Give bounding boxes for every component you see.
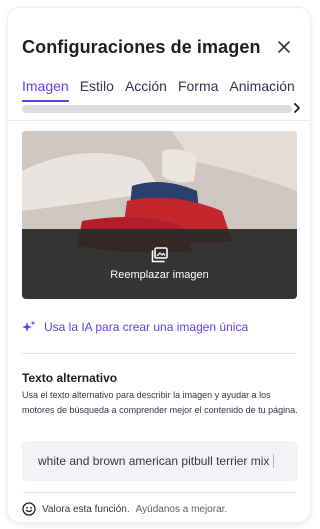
feedback-row: Valora esta función. Ayúdanos a mejorar. (22, 502, 227, 516)
tabs-scrollbar[interactable] (22, 105, 292, 113)
tab-animacion[interactable]: Animación (229, 78, 294, 102)
panel-header: Configuraciones de imagen (22, 35, 296, 59)
sparkle-icon (22, 320, 36, 332)
image-replace-icon (151, 247, 168, 263)
tab-forma[interactable]: Forma (178, 78, 218, 102)
feedback-link[interactable]: Ayúdanos a mejorar. (136, 504, 228, 515)
alt-text-input[interactable]: white and brown american pitbull terrier… (22, 441, 298, 481)
ai-generate-label: Usa la IA para crear una imagen única (44, 320, 249, 334)
close-icon (278, 41, 290, 53)
divider (22, 492, 296, 493)
replace-image-label: Reemplazar imagen (110, 269, 209, 281)
panel-title: Configuraciones de imagen (22, 36, 261, 57)
alt-text-value: white and brown american pitbull terrier… (38, 454, 270, 468)
feedback-prompt: Valora esta función. (42, 503, 130, 515)
tab-bar: Imagen Estilo Acción Forma Animación (22, 78, 310, 102)
alt-text-description: Usa el texto alternativo para describir … (22, 390, 298, 415)
smiley-icon (22, 502, 36, 516)
image-settings-panel: Configuraciones de imagen Imagen Estilo … (8, 8, 310, 522)
chevron-right-icon (294, 103, 300, 113)
text-caret (273, 454, 275, 468)
ai-generate-link[interactable]: Usa la IA para crear una imagen única (22, 320, 248, 334)
divider (22, 353, 296, 354)
alt-text-label: Texto alternativo (22, 371, 118, 385)
tab-accion[interactable]: Acción (125, 78, 167, 102)
close-button[interactable] (272, 35, 296, 59)
tab-estilo[interactable]: Estilo (80, 78, 114, 102)
image-preview: Reemplazar imagen (22, 131, 297, 299)
divider (8, 120, 310, 121)
tabs-scroll-right-button[interactable] (290, 101, 304, 115)
replace-image-button[interactable]: Reemplazar imagen (22, 229, 297, 299)
tab-imagen[interactable]: Imagen (22, 78, 69, 102)
